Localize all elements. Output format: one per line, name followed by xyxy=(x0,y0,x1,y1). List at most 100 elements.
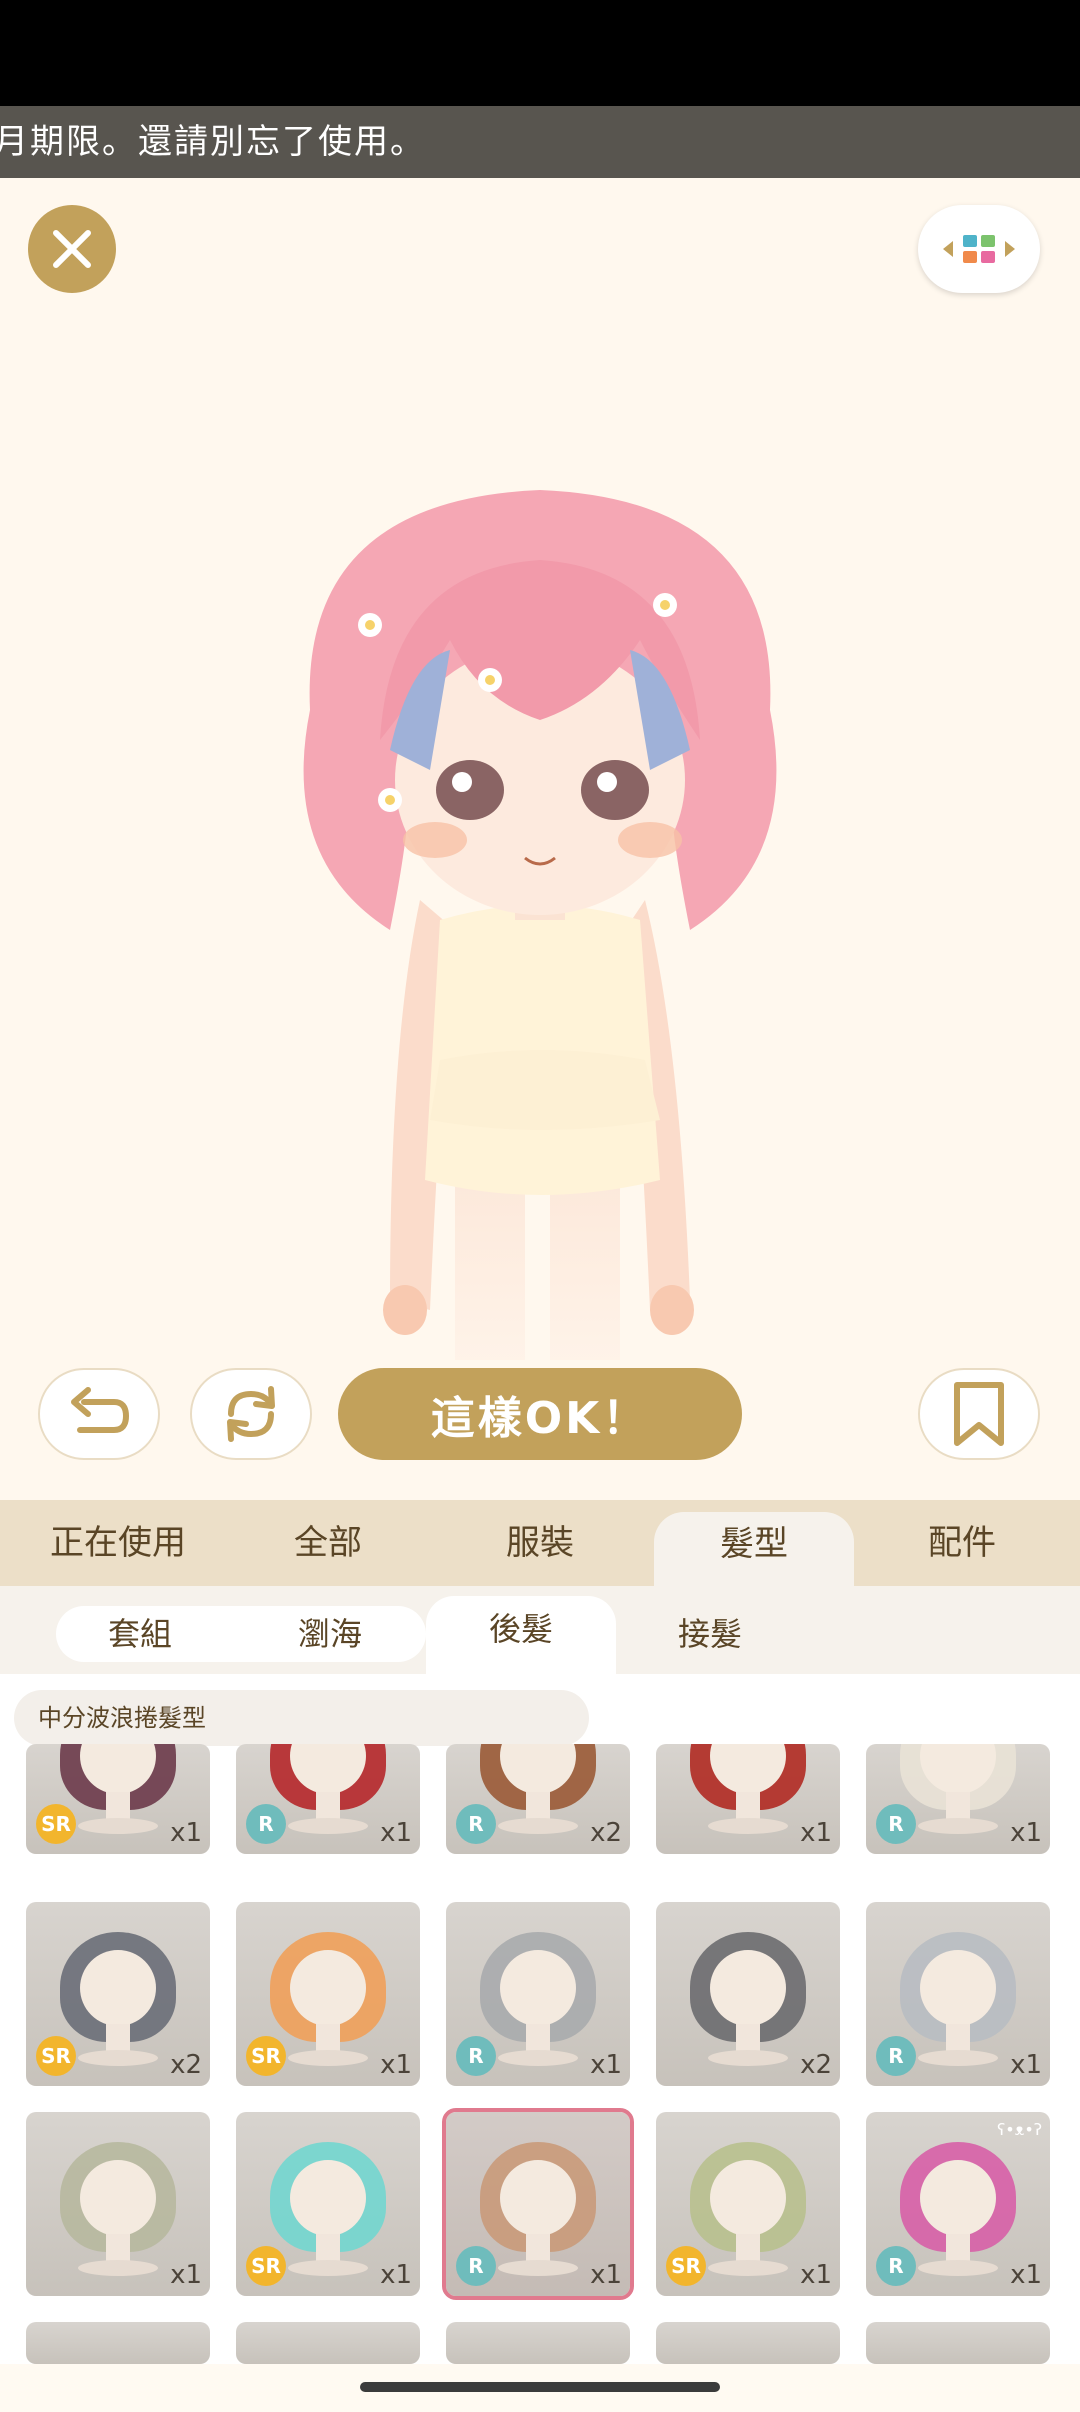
refresh-icon xyxy=(227,1386,275,1442)
hair-item-card[interactable]: Rx1 xyxy=(236,1744,420,1854)
mannequin-base xyxy=(708,2260,788,2276)
category-tabs: 正在使用 全部 服裝 髮型 配件 xyxy=(0,1500,1080,1586)
hair-item-card-partial[interactable] xyxy=(656,2322,840,2364)
tab-in-use[interactable]: 正在使用 xyxy=(18,1500,218,1586)
item-count: x1 xyxy=(590,2260,622,2290)
rarity-badge: R xyxy=(456,2036,496,2076)
item-count: x1 xyxy=(800,2260,832,2290)
subtab-extensions[interactable]: 接髮 xyxy=(620,1606,800,1662)
tab-clothing[interactable]: 服裝 xyxy=(440,1500,640,1586)
item-count: x1 xyxy=(170,2260,202,2290)
rarity-badge: R xyxy=(876,1804,916,1844)
rarity-badge: SR xyxy=(246,2246,286,2286)
hair-item-card-partial[interactable] xyxy=(236,2322,420,2364)
hair-item-card[interactable]: Rx1 xyxy=(866,1902,1050,2086)
bookmark-icon xyxy=(954,1382,1004,1446)
hair-item-card-partial[interactable] xyxy=(446,2322,630,2364)
rarity-badge: R xyxy=(876,2246,916,2286)
mannequin-head xyxy=(290,2160,366,2236)
rarity-badge: R xyxy=(876,2036,916,2076)
mannequin-base xyxy=(498,2050,578,2066)
tab-hairstyle[interactable]: 髮型 xyxy=(654,1512,854,1586)
status-bar xyxy=(0,0,1080,106)
notice-banner: 月期限。還請別忘了使用。 xyxy=(0,106,1080,178)
subtab-back-hair[interactable]: 後髮 xyxy=(426,1596,616,1674)
hair-item-card[interactable]: SR x1 xyxy=(26,1744,210,1854)
hair-item-card[interactable]: Rx1 xyxy=(446,1902,630,2086)
hair-item-card[interactable]: SR x1 xyxy=(236,1902,420,2086)
mannequin-head xyxy=(500,1950,576,2026)
item-count: x2 xyxy=(800,2050,832,2080)
hair-item-card[interactable]: Rx1 ʕ•ᴥ•ʔ xyxy=(866,2112,1050,2296)
rarity-badge: SR xyxy=(36,2036,76,2076)
tab-all[interactable]: 全部 xyxy=(228,1500,428,1586)
home-indicator[interactable] xyxy=(360,2382,720,2392)
confirm-outfit-button[interactable]: 這樣OK！ xyxy=(338,1368,742,1460)
hair-item-card-partial[interactable] xyxy=(26,2322,210,2364)
mannequin-base xyxy=(288,2050,368,2066)
mannequin-base xyxy=(918,1818,998,1834)
subtab-set[interactable]: 套組 xyxy=(50,1606,230,1662)
hair-item-card[interactable]: x2 xyxy=(656,1902,840,2086)
bear-icon: ʕ•ᴥ•ʔ xyxy=(997,2120,1042,2139)
hair-item-card[interactable]: SR x2 xyxy=(26,1902,210,2086)
mannequin-head xyxy=(920,2160,996,2236)
mannequin-base xyxy=(78,2050,158,2066)
hair-item-card[interactable]: x1 xyxy=(656,1744,840,1854)
mannequin-base xyxy=(918,2260,998,2276)
save-bookmark-button[interactable] xyxy=(918,1368,1040,1460)
undo-icon xyxy=(71,1387,130,1433)
hair-item-card[interactable]: Rx2 xyxy=(446,1744,630,1854)
rarity-badge: R xyxy=(456,1804,496,1844)
mannequin-base xyxy=(288,1818,368,1834)
switch-layout-button[interactable] xyxy=(918,205,1040,293)
hair-subtabs: 套組 瀏海 後髮 接髮 xyxy=(0,1586,1080,1674)
mannequin-base xyxy=(498,2260,578,2276)
mannequin-base xyxy=(78,1818,158,1834)
mannequin-head xyxy=(80,2160,156,2236)
character-avatar xyxy=(303,490,777,1360)
mannequin-head xyxy=(500,2160,576,2236)
item-count: x2 xyxy=(170,2050,202,2080)
item-count: x1 xyxy=(170,1818,202,1848)
item-grid: 中分波浪捲髮型 SR x1 Rx1 Rx2 x1 Rx1 SR x2 SR x1 Rx1 x2 Rx1 x… xyxy=(0,1674,1080,2364)
rarity-badge: SR xyxy=(666,2246,706,2286)
hair-item-card[interactable]: Rx1 xyxy=(866,1744,1050,1854)
mannequin-head xyxy=(290,1950,366,2026)
mannequin-head xyxy=(710,1950,786,2026)
item-count: x1 xyxy=(380,1818,412,1848)
rarity-badge: SR xyxy=(246,2036,286,2076)
close-icon xyxy=(53,230,91,268)
mannequin-head xyxy=(80,1950,156,2026)
item-count: x2 xyxy=(590,1818,622,1848)
rarity-badge: R xyxy=(456,2246,496,2286)
mannequin-base xyxy=(78,2260,158,2276)
tab-accessories[interactable]: 配件 xyxy=(862,1500,1062,1586)
mannequin-base xyxy=(498,1818,578,1834)
mannequin-base xyxy=(708,2050,788,2066)
item-count: x1 xyxy=(380,2050,412,2080)
item-count: x1 xyxy=(800,1818,832,1848)
rarity-badge: SR xyxy=(36,1804,76,1844)
randomize-button[interactable] xyxy=(190,1368,312,1460)
grid-switch-icon xyxy=(943,235,1015,263)
item-count: x1 xyxy=(1010,1818,1042,1848)
rarity-badge: R xyxy=(246,1804,286,1844)
hair-item-card[interactable]: x1 xyxy=(26,2112,210,2296)
item-count: x1 xyxy=(1010,2260,1042,2290)
hair-item-card[interactable]: SR x1 xyxy=(236,2112,420,2296)
undo-button[interactable] xyxy=(38,1368,160,1460)
mannequin-base xyxy=(708,1818,788,1834)
close-button[interactable] xyxy=(28,205,116,293)
item-count: x1 xyxy=(590,2050,622,2080)
notice-banner-text: 月期限。還請別忘了使用。 xyxy=(0,122,426,162)
mannequin-head xyxy=(920,1950,996,2026)
hair-item-card-partial[interactable] xyxy=(866,2322,1050,2364)
mannequin-head xyxy=(710,2160,786,2236)
hair-item-card[interactable]: Rx1 xyxy=(442,2108,634,2300)
selected-item-name: 中分波浪捲髮型 xyxy=(14,1690,589,1746)
item-count: x1 xyxy=(380,2260,412,2290)
subtab-bangs[interactable]: 瀏海 xyxy=(240,1606,420,1662)
mannequin-base xyxy=(918,2050,998,2066)
hair-item-card[interactable]: SR x1 xyxy=(656,2112,840,2296)
